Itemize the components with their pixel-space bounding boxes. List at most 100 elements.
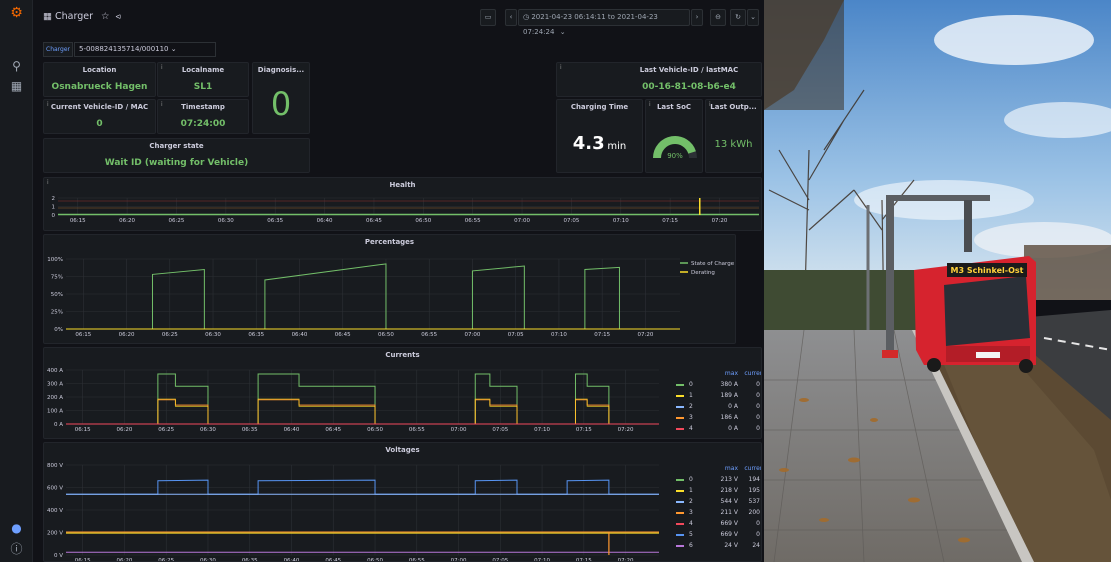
soc-gauge: 90% bbox=[653, 136, 697, 160]
legend-item[interactable]: 4 0 A 0 A bbox=[676, 423, 761, 434]
legend-max-value: 213 V bbox=[720, 476, 738, 483]
legend-item[interactable]: 1 189 A 0 A bbox=[676, 390, 761, 401]
refresh-interval-dropdown[interactable]: ⌄ bbox=[747, 9, 759, 26]
charging-mast bbox=[886, 195, 894, 355]
legend-current-value: 0 A bbox=[756, 403, 761, 410]
legend-max-value: 186 A bbox=[720, 414, 738, 421]
x-tick-label: 06:40 bbox=[317, 218, 333, 224]
dashboard-grid-icon: ▦ bbox=[43, 11, 52, 22]
legend-current-value: 200 V bbox=[748, 509, 761, 516]
panel-title: Currents bbox=[385, 351, 420, 359]
charging-time-panel[interactable]: Charging Time 4.3 min bbox=[556, 99, 643, 173]
x-tick-label: 07:05 bbox=[508, 332, 524, 338]
tv-icon[interactable]: ▭ bbox=[480, 9, 496, 26]
bus-wheel bbox=[1019, 359, 1033, 373]
x-tick-label: 06:25 bbox=[158, 558, 174, 562]
x-tick-label: 06:55 bbox=[409, 558, 425, 562]
legend-current-value: 195 V bbox=[748, 487, 761, 494]
x-tick-label: 06:35 bbox=[242, 558, 258, 562]
currents-panel[interactable]: Currents 400 A 300 A 200 A 100 A0 A 06:15 06:… bbox=[43, 347, 762, 439]
legend-series-name: 4 bbox=[689, 425, 693, 432]
legend-item[interactable]: 4 669 V 0 V bbox=[676, 518, 761, 529]
charger-state-panel[interactable]: Charger state Wait ID (waiting for Vehic… bbox=[43, 138, 310, 173]
legend-current-value: 24 V bbox=[752, 542, 761, 549]
legend-swatch bbox=[676, 533, 684, 536]
legend-item[interactable]: 2 0 A 0 A bbox=[676, 401, 761, 412]
dashboard-grid-icon[interactable]: ▦ bbox=[8, 78, 25, 95]
x-tick-label: 07:00 bbox=[465, 332, 481, 338]
x-tick-label: 06:55 bbox=[409, 427, 425, 433]
stat-value: Osnabrueck Hagen bbox=[51, 82, 148, 92]
location-panel[interactable]: Location Osnabrueck Hagen bbox=[43, 62, 156, 97]
time-forward-button[interactable]: › bbox=[691, 9, 703, 26]
legend-item[interactable]: 1 218 V 195 V bbox=[676, 485, 761, 496]
stat-value: 00-16-81-08-b6-e4 bbox=[642, 82, 736, 92]
time-range-picker[interactable]: ◷ 2021-04-23 06:14:11 to 2021-04-23 07:2… bbox=[518, 9, 690, 36]
x-tick-label: 06:55 bbox=[465, 218, 481, 224]
legend-swatch bbox=[676, 394, 684, 397]
panel-title: Diagnosis... bbox=[257, 66, 305, 74]
y-tick-label: 0% bbox=[54, 327, 63, 333]
charger-variable-select[interactable]: 5-008824135714/000110 ⌄ bbox=[74, 42, 216, 57]
y-tick-label: 0 bbox=[52, 213, 56, 219]
clock-icon: ◷ bbox=[523, 13, 530, 21]
x-tick-label: 07:10 bbox=[551, 332, 567, 338]
legend-swatch bbox=[676, 416, 684, 419]
current-series-3 bbox=[66, 399, 659, 425]
variable-label: Charger bbox=[43, 42, 73, 57]
y-tick-label: 100% bbox=[47, 257, 63, 263]
legend-max-value: 669 V bbox=[720, 520, 738, 527]
voltages-panel[interactable]: Voltages 800 V 600 V 400 V 200 V0 V 06:15 06:… bbox=[43, 442, 762, 562]
legend-header-max: max bbox=[724, 465, 738, 472]
x-tick-label: 07:00 bbox=[514, 218, 530, 224]
legend-item[interactable]: 2 544 V 537 V bbox=[676, 496, 761, 507]
diagnosis-panel[interactable]: Diagnosis... 0 bbox=[252, 62, 310, 134]
legend-item[interactable]: 5 669 V 0 V bbox=[676, 529, 761, 540]
user-avatar-icon[interactable]: ● bbox=[8, 520, 25, 537]
y-tick-label: 2 bbox=[52, 196, 56, 202]
last-output-panel[interactable]: i Last Outp... 13 kWh bbox=[705, 99, 762, 173]
timestamp-panel[interactable]: i Timestamp 07:24:00 bbox=[157, 99, 249, 134]
dashboard-title[interactable]: Charger bbox=[55, 11, 93, 22]
legend-max-value: 669 V bbox=[720, 531, 738, 538]
search-icon[interactable]: ⚲ bbox=[8, 58, 25, 75]
x-tick-label: 06:45 bbox=[366, 218, 382, 224]
legend-current-value: 0 A bbox=[756, 381, 761, 388]
legend-item[interactable]: 0 213 V 194 V bbox=[676, 474, 761, 485]
legend-swatch bbox=[676, 478, 684, 481]
y-tick-label: 1 bbox=[52, 205, 56, 211]
refresh-icon[interactable]: ↻ bbox=[730, 9, 746, 26]
legend-item[interactable]: 3 186 A 0 A bbox=[676, 412, 761, 423]
y-tick-label: 75% bbox=[51, 275, 63, 281]
current-vehicle-panel[interactable]: i Current Vehicle-ID / MAC 0 bbox=[43, 99, 156, 134]
percentages-chart: 100% 75% 50% 25% 0% 06:15 06:20 06:25 06:30 06:35… bbox=[47, 257, 734, 338]
help-icon[interactable]: ⓘ bbox=[8, 541, 25, 558]
chevron-down-icon: ⌄ bbox=[170, 45, 177, 53]
legend-item[interactable]: 6 24 V 24 V bbox=[676, 540, 761, 551]
x-tick-label: 06:35 bbox=[267, 218, 283, 224]
y-tick-label: 0 A bbox=[54, 422, 63, 428]
y-tick-label: 100 A bbox=[47, 409, 63, 415]
right-trees bbox=[1024, 245, 1111, 300]
grafana-logo-icon[interactable]: ⚙ bbox=[8, 5, 25, 22]
mast-arm bbox=[890, 195, 990, 201]
legend-series-name: 0 bbox=[689, 476, 693, 483]
chevron-down-icon: ⌄ bbox=[559, 28, 566, 36]
localname-panel[interactable]: i Localname SL1 bbox=[157, 62, 249, 97]
legend-max-value: 0 A bbox=[728, 403, 738, 410]
last-soc-panel[interactable]: i Last SoC 90% bbox=[645, 99, 703, 173]
zoom-out-icon[interactable]: ⊖ bbox=[710, 9, 726, 26]
star-icon[interactable]: ☆ bbox=[101, 11, 110, 22]
x-tick-label: 06:40 bbox=[292, 332, 308, 338]
x-tick-label: 07:15 bbox=[576, 558, 592, 562]
legend-item[interactable]: 3 211 V 200 V bbox=[676, 507, 761, 518]
legend-max-value: 544 V bbox=[720, 498, 738, 505]
percentages-panel[interactable]: Percentages 100% 75% 50% 25% 0% 06:15 06:20 06:… bbox=[43, 234, 736, 344]
x-tick-label: 06:30 bbox=[200, 427, 216, 433]
share-icon[interactable]: ⪦ bbox=[116, 11, 121, 22]
x-tick-label: 06:55 bbox=[421, 332, 437, 338]
last-vehicle-panel[interactable]: i Last Vehicle-ID / lastMAC 00-16-81-08-… bbox=[556, 62, 762, 97]
health-panel[interactable]: i Health 2 1 0 06:15 06:20 06:25 06:30 06:35 06:… bbox=[43, 177, 762, 231]
legend-item[interactable]: 0 380 A 0 A bbox=[676, 379, 761, 390]
time-back-button[interactable]: ‹ bbox=[505, 9, 517, 26]
